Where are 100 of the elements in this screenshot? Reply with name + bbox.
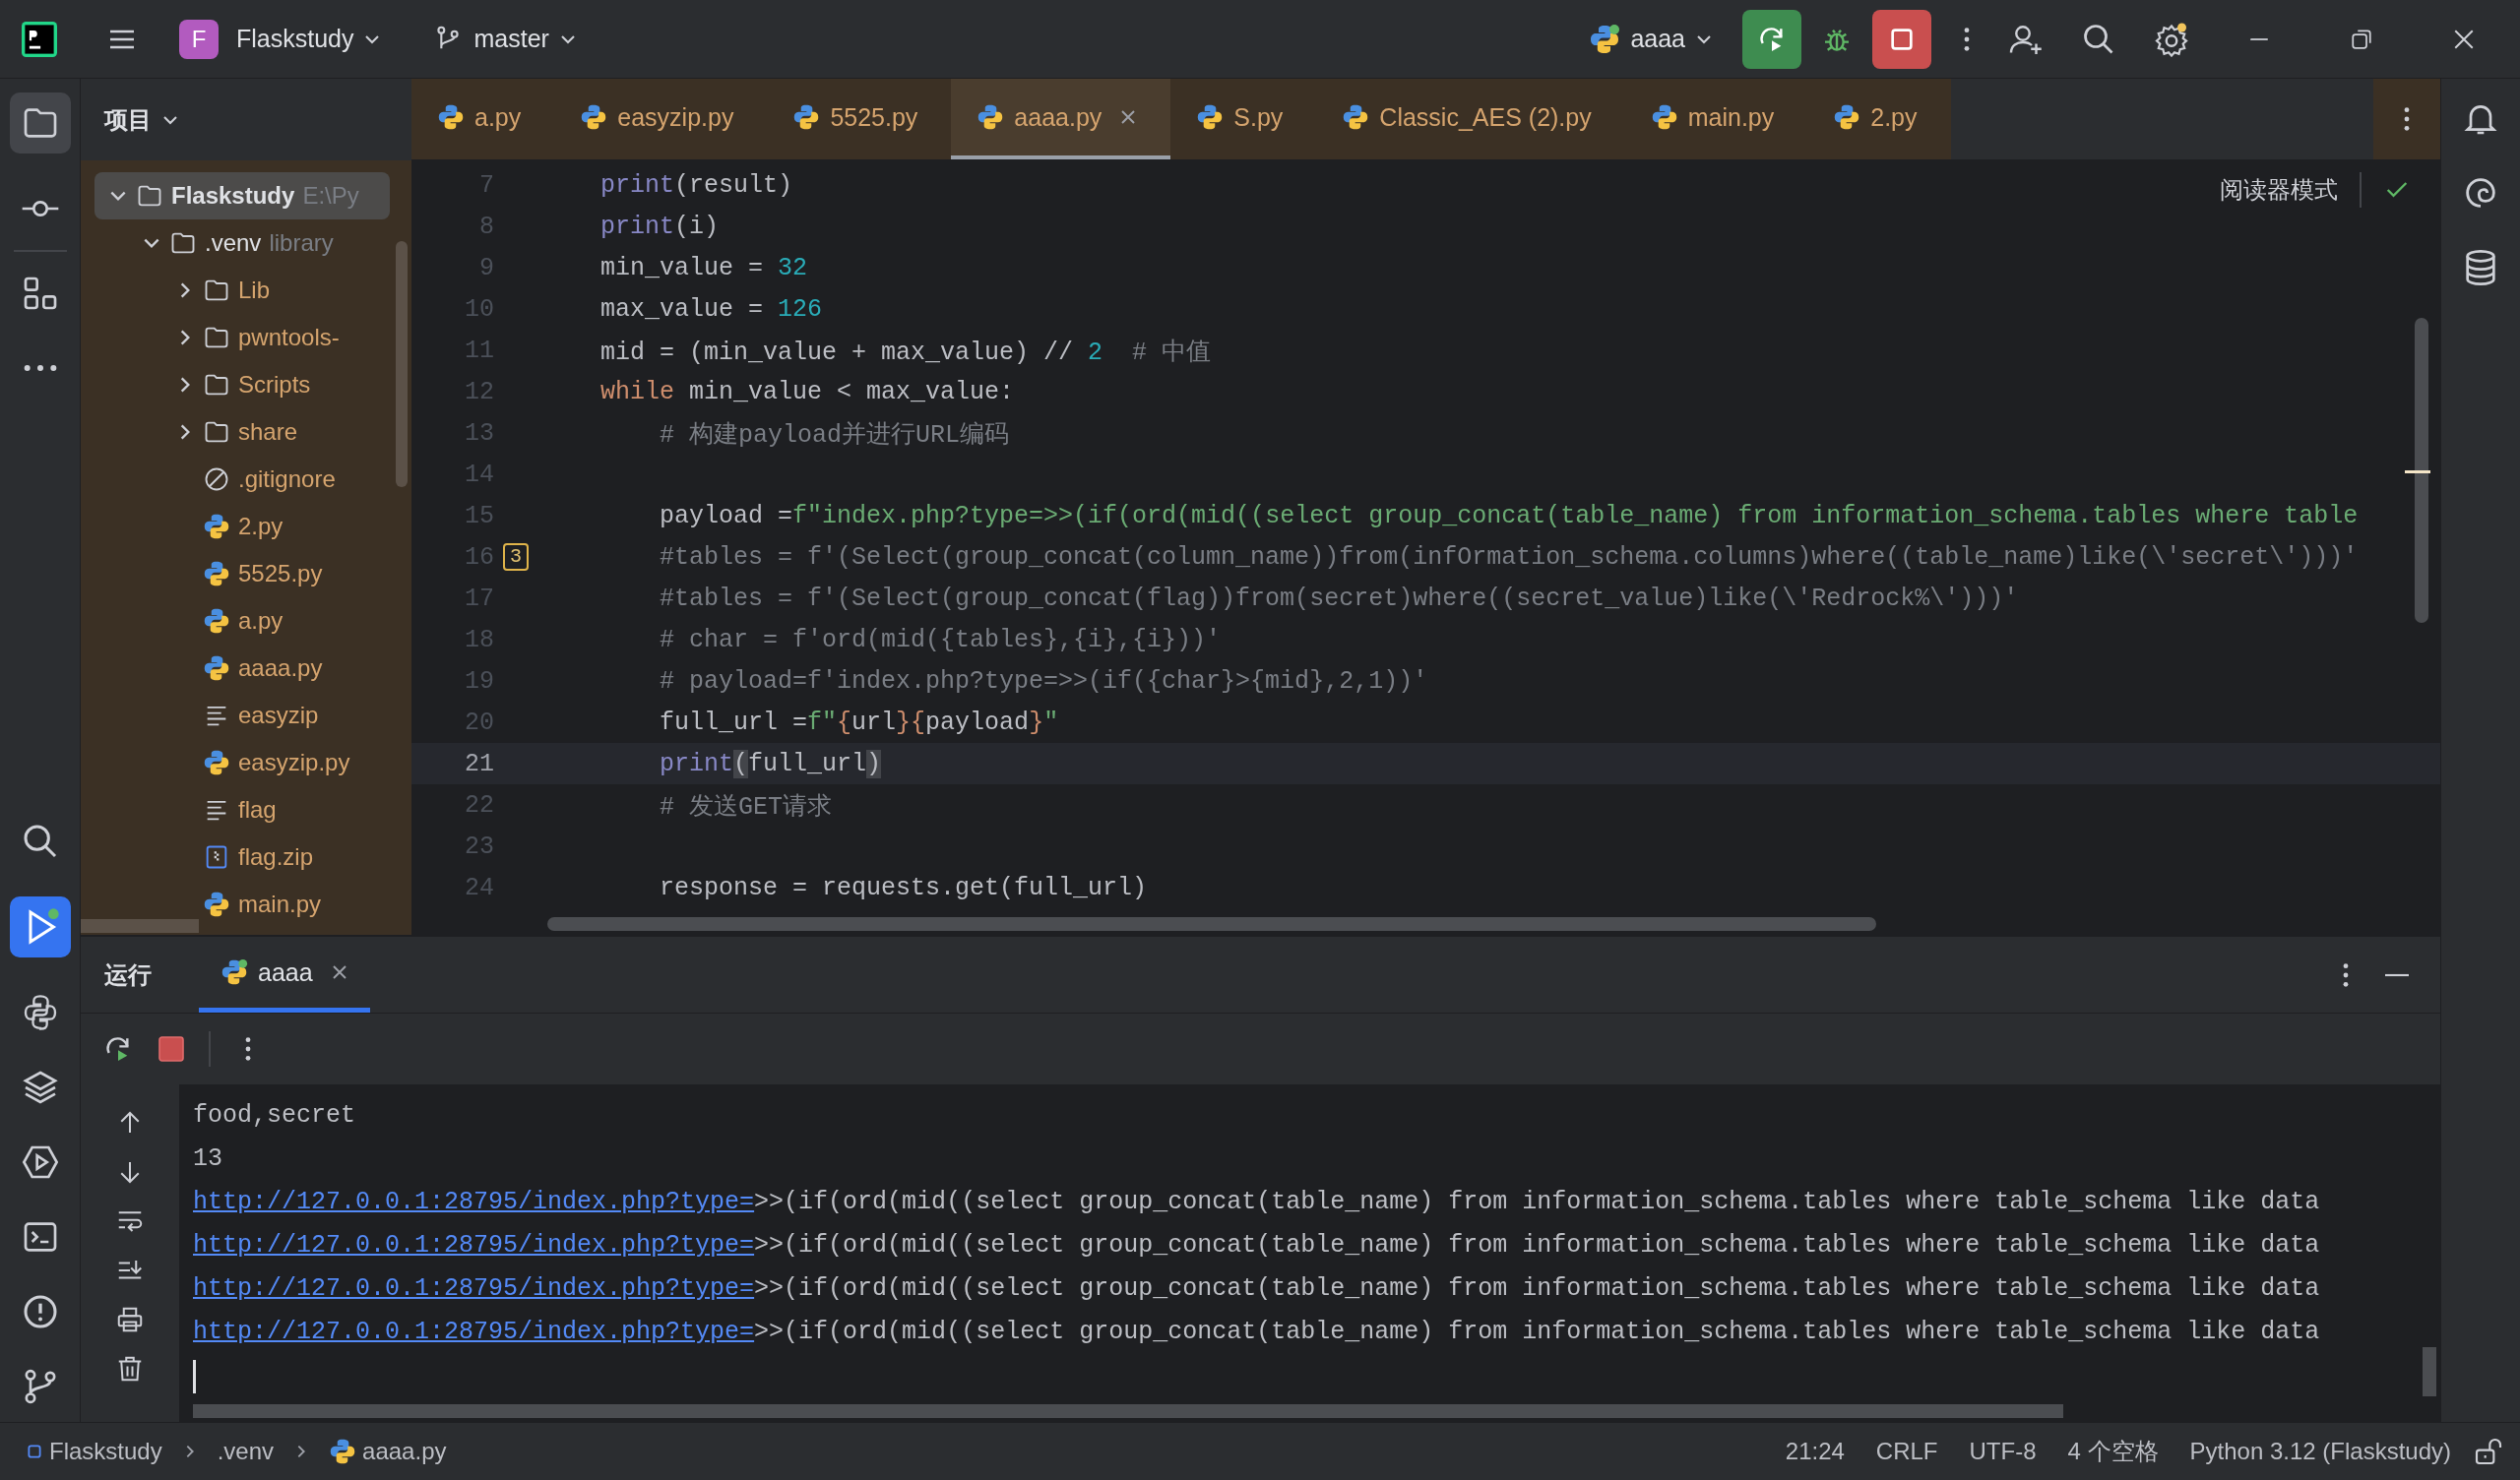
scrollbar-thumb[interactable] <box>2423 1347 2436 1396</box>
path-hint: E:\Py <box>302 182 359 210</box>
breadcrumb[interactable]: aaaa.py <box>329 1438 447 1465</box>
stop-button[interactable] <box>1872 9 1931 69</box>
python-file-icon <box>976 103 1005 131</box>
stop-icon[interactable] <box>156 1033 187 1065</box>
project-tool-button[interactable] <box>9 92 71 154</box>
tree-item[interactable]: Flaskstudy E:\Py <box>94 172 390 219</box>
branch-switcher[interactable]: master <box>422 15 587 63</box>
python-file-icon <box>1650 103 1678 131</box>
python-file-icon <box>203 513 230 540</box>
code-line: print(i) <box>599 212 720 241</box>
project-switcher[interactable]: F Flaskstudy <box>169 11 392 67</box>
editor-tab[interactable]: aaaa.py <box>951 79 1171 159</box>
tab-label: aaaa <box>258 957 313 987</box>
branch-name: master <box>473 25 549 53</box>
tree-item[interactable]: .venv library <box>94 219 390 267</box>
tree-item[interactable]: pwntools- <box>94 314 390 361</box>
status-item[interactable]: 21:24 <box>1775 1438 1855 1465</box>
close-icon[interactable] <box>1119 108 1138 126</box>
tab-label: 5525.py <box>830 102 918 132</box>
rerun-button[interactable] <box>1742 9 1801 69</box>
scrollbar-thumb[interactable] <box>547 917 1876 931</box>
tree-item[interactable]: main.py <box>94 881 390 928</box>
scrollbar-thumb[interactable] <box>396 241 408 487</box>
editor-tab[interactable]: 2.py <box>1807 79 1951 159</box>
code-line: while min_value < max_value: <box>599 377 1015 406</box>
editor-tab[interactable]: Classic_AES (2).py <box>1316 79 1625 159</box>
console-output-line: http://127.0.0.1:28795/index.php?type=>>(if(ord(mid((select group_concat(table_name) from information_schema.tables where table_schema like data <box>193 1187 2321 1218</box>
tree-item[interactable]: flag <box>94 786 390 833</box>
project-view-selector[interactable]: 项目 <box>94 95 189 144</box>
editor-tab[interactable]: easyzip.py <box>554 79 768 159</box>
editor-tab[interactable]: main.py <box>1624 79 1808 159</box>
tree-item[interactable]: .gitignore <box>94 456 390 503</box>
url-link[interactable]: http://127.0.0.1:28795/index.php?type= <box>193 1188 755 1216</box>
tab-label: aaaa.py <box>1014 102 1102 132</box>
code-line: min_value = 32 <box>599 253 808 282</box>
panel-title: 项目 <box>104 104 152 135</box>
close-icon[interactable] <box>330 963 348 981</box>
file-name: main.py <box>238 891 322 918</box>
tree-item[interactable]: easyzip.py <box>94 739 390 786</box>
settings-icon[interactable] <box>2154 21 2189 57</box>
tree-item[interactable]: 2.py <box>94 503 390 550</box>
python-file-icon <box>1342 103 1370 131</box>
console-output-line: http://127.0.0.1:28795/index.php?type=>>(if(ord(mid((select group_concat(table_name) from information_schema.tables where table_schema like data <box>193 1317 2321 1348</box>
file-name: share <box>238 418 298 446</box>
run-config-selector[interactable]: aaaa <box>1579 15 1723 63</box>
code-line: # 构建payload并进行URL编码 <box>659 419 1010 450</box>
tree-item[interactable]: a.py <box>94 597 390 645</box>
scrollbar-thumb[interactable] <box>193 1404 2063 1418</box>
python-file-icon <box>203 891 230 918</box>
python-file-icon <box>203 560 230 587</box>
file-name: Flaskstudy <box>171 182 295 210</box>
reader-mode-link[interactable]: 阅读器模式 <box>2220 174 2338 206</box>
python-file-icon <box>580 103 608 131</box>
path-hint: library <box>269 229 334 257</box>
tree-item[interactable]: Lib <box>94 267 390 314</box>
run-tool-button[interactable] <box>9 896 71 957</box>
tree-item[interactable]: aaaa.py <box>94 645 390 692</box>
lock-icon[interactable] <box>2473 1436 2504 1467</box>
python-file-icon <box>203 749 230 776</box>
status-item[interactable]: UTF-8 <box>1959 1438 2047 1465</box>
project-badge: F <box>179 19 219 59</box>
python-file-icon <box>203 654 230 682</box>
tree-item[interactable]: Scripts <box>94 361 390 408</box>
editor-tab[interactable]: a.py <box>411 79 555 159</box>
breadcrumb[interactable]: .venv <box>217 1438 275 1465</box>
tree-item[interactable]: flag.zip <box>94 833 390 881</box>
status-item[interactable]: 4 个空格 <box>2057 1436 2169 1467</box>
editor-tab[interactable]: 5525.py <box>767 79 952 159</box>
tab-label: S.py <box>1233 102 1284 132</box>
prohibited-icon <box>203 465 230 493</box>
breadcrumb[interactable]: Flaskstudy <box>26 1438 162 1465</box>
print-icon[interactable] <box>115 1305 145 1334</box>
inlay-count-badge[interactable]: 3 <box>503 543 529 571</box>
status-item[interactable]: Python 3.12 (Flaskstudy) <box>2179 1438 2461 1465</box>
status-item[interactable]: CRLF <box>1865 1438 1948 1465</box>
file-name: 5525.py <box>238 560 323 587</box>
run-tab[interactable]: aaaa <box>199 937 370 1013</box>
python-file-icon <box>1196 103 1225 131</box>
tree-item[interactable]: share <box>94 408 390 456</box>
scrollbar-thumb[interactable] <box>81 919 199 933</box>
code-line: print(result) <box>599 170 793 200</box>
code-line: # payload=f'index.php?type=>>(if({char}>{mid},2,1))' <box>659 666 1428 696</box>
editor-tab[interactable]: S.py <box>1170 79 1317 159</box>
app-logo-icon[interactable] <box>22 21 57 57</box>
tree-item[interactable]: easyzip <box>94 692 390 739</box>
scrollbar-thumb[interactable] <box>2415 318 2428 623</box>
console-output-line: food,secret <box>193 1100 357 1132</box>
url-link[interactable]: http://127.0.0.1:28795/index.php?type= <box>193 1231 755 1260</box>
module-square-icon <box>26 1443 43 1460</box>
python-icon <box>220 958 248 986</box>
python-file-icon <box>329 1438 357 1465</box>
url-link[interactable]: http://127.0.0.1:28795/index.php?type= <box>193 1274 755 1303</box>
file-name: flag <box>238 796 277 824</box>
code-line: payload =f"index.php?type=>>(if(ord(mid((select group_concat(table_name) from information_schema.tables where table <box>659 501 2359 530</box>
text-cursor <box>193 1360 196 1393</box>
tree-item[interactable]: 5525.py <box>94 550 390 597</box>
python-file-icon <box>1833 103 1861 131</box>
url-link[interactable]: http://127.0.0.1:28795/index.php?type= <box>193 1318 755 1346</box>
